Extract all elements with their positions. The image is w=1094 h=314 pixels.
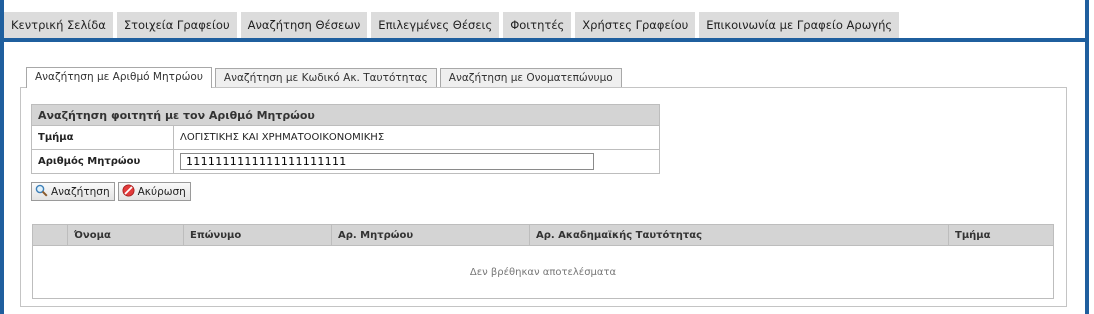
results-col-registry-number: Αρ. Μητρώου <box>331 224 530 246</box>
results-col-last-name: Επώνυμο <box>183 224 332 246</box>
cancel-icon <box>122 184 138 200</box>
search-button[interactable]: Αναζήτηση <box>31 182 115 201</box>
tab-search-by-academic-id[interactable]: Αναζήτηση με Κωδικό Ακ. Ταυτότητας <box>214 68 437 87</box>
window-frame-right <box>1085 0 1089 314</box>
nav-item-home[interactable]: Κεντρική Σελίδα <box>4 12 113 38</box>
results-header-row: Όνομα Επώνυμο Αρ. Μητρώου Αρ. Ακαδημαϊκή… <box>32 224 1054 246</box>
results-col-department: Τμήμα <box>948 224 1054 246</box>
nav-item-selected-positions[interactable]: Επιλεγμένες Θέσεις <box>371 12 500 38</box>
main-nav: Κεντρική Σελίδα Στοιχεία Γραφείου Αναζήτ… <box>4 12 903 38</box>
results-table: Όνομα Επώνυμο Αρ. Μητρώου Αρ. Ακαδημαϊκή… <box>32 224 1054 299</box>
registry-number-cell <box>173 149 660 174</box>
magnifier-icon <box>35 184 51 200</box>
registry-number-input[interactable] <box>180 153 594 170</box>
nav-item-helpdesk-contact[interactable]: Επικοινωνία με Γραφείο Αρωγής <box>699 12 900 38</box>
search-form-title: Αναζήτηση φοιτητή με τον Αριθμό Μητρώου <box>31 104 660 126</box>
tab-search-by-name[interactable]: Αναζήτηση με Ονοματεπώνυμο <box>439 68 622 87</box>
nav-item-office-users[interactable]: Χρήστες Γραφείου <box>575 12 696 38</box>
top-bar-rule <box>4 38 1085 42</box>
cancel-button-label: Ακύρωση <box>137 185 186 198</box>
results-col-select <box>32 224 68 246</box>
department-value: ΛΟΓΙΣΤΙΚΗΣ ΚΑΙ ΧΡΗΜΑΤΟΟΙΚΟΝΟΜΙΚΗΣ <box>173 125 660 150</box>
cancel-button[interactable]: Ακύρωση <box>117 182 191 201</box>
department-label: Τμήμα <box>31 125 174 150</box>
search-button-label: Αναζήτηση <box>51 185 110 198</box>
window-frame-left <box>0 0 4 314</box>
form-actions: Αναζήτηση Ακύρωση <box>31 182 194 201</box>
nav-item-office-info[interactable]: Στοιχεία Γραφείου <box>116 12 237 38</box>
search-form: Αναζήτηση φοιτητή με τον Αριθμό Μητρώου … <box>31 104 660 174</box>
nav-item-position-search[interactable]: Αναζήτηση Θέσεων <box>240 12 368 38</box>
results-col-first-name: Όνομα <box>67 224 184 246</box>
search-tabs: Αναζήτηση με Αριθμό Μητρώου Αναζήτηση με… <box>26 67 625 88</box>
empty-results-message: Δεν βρέθηκαν αποτελέσματα <box>32 245 1054 299</box>
results-empty-row: Δεν βρέθηκαν αποτελέσματα <box>32 245 1054 299</box>
nav-item-students[interactable]: Φοιτητές <box>503 12 572 38</box>
registry-number-label: Αριθμός Μητρώου <box>31 149 174 174</box>
tab-search-by-registry[interactable]: Αναζήτηση με Αριθμό Μητρώου <box>26 67 212 88</box>
results-col-academic-id: Αρ. Ακαδημαϊκής Ταυτότητας <box>529 224 949 246</box>
